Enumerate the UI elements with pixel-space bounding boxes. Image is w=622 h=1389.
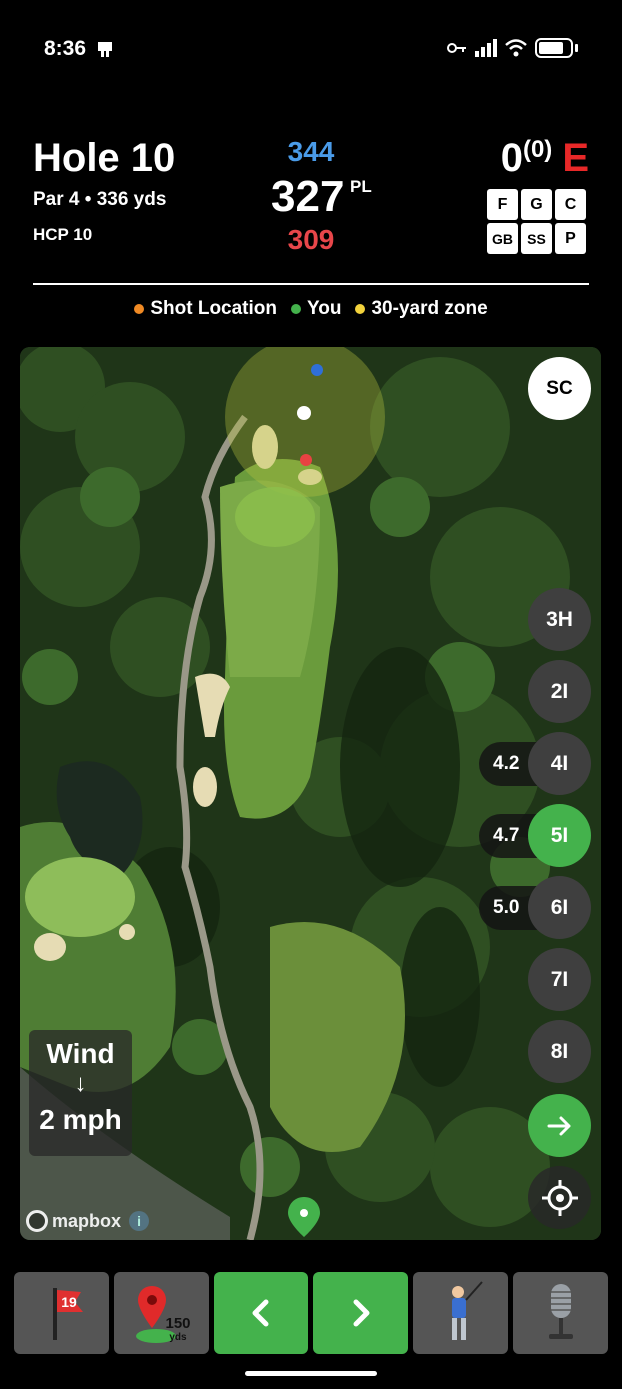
club-3h-button[interactable]: 3H [528,588,591,651]
info-icon[interactable]: i [129,1211,150,1231]
status-bar: 8:36 [0,0,622,100]
player-location-pin-icon[interactable] [286,1195,322,1239]
score-display[interactable]: 0 (0) E [501,136,589,181]
next-hole-button[interactable] [313,1272,409,1354]
stat-fairway-toggle[interactable]: F [487,189,518,220]
cast-icon [98,42,112,57]
arrow-right-icon [547,1116,570,1135]
chevron-right-icon [353,1299,370,1327]
wind-speed: 2 mph [39,1104,122,1135]
legend-you: You [291,298,341,320]
yardage-unit-label: yds [170,1332,188,1343]
bottom-toolbar: 19 150 yds [14,1272,608,1354]
score-relative: E [562,136,589,180]
map-legend: Shot Location You 30-yard zone [0,298,622,320]
score-paren: (0) [522,136,553,163]
legend-dot [291,304,301,314]
wind-indicator: Wind ↓ 2 mph [29,1030,132,1156]
club-5i-button[interactable]: 5I [528,804,591,867]
club-8i-button[interactable]: 8I [528,1020,591,1083]
battery-icon [535,38,573,58]
distance-middle-label: PL [350,177,372,196]
hole-par-yards: Par 4 • 336 yds [33,189,167,210]
club-6i-button[interactable]: 6I [528,876,591,939]
distance-front: 309 [287,224,335,255]
home-indicator[interactable] [245,1371,377,1376]
club-4i-button[interactable]: 4I [528,732,591,795]
recenter-location-button[interactable] [528,1166,591,1229]
score-total: 0 [500,136,523,180]
stat-greenside-bunker-toggle[interactable]: GB [487,223,518,254]
stat-green-toggle[interactable]: G [521,189,552,220]
legend-30-yard-zone: 30-yard zone [355,298,488,320]
golfer-icon [451,1281,483,1340]
yardage-marker-button[interactable]: 150 yds [113,1272,209,1354]
stat-toggles: F G C GB SS P [487,189,586,254]
wifi-icon [505,39,527,57]
flag-icon: 19 [53,1288,84,1340]
course-map[interactable]: Wind ↓ 2 mph [20,347,601,1240]
header-divider [33,283,589,285]
previous-hole-button[interactable] [213,1272,309,1354]
hole-title: Hole 10 [33,136,176,180]
status-icons [447,38,578,58]
map-pin-yardage-icon: 150 yds [136,1286,191,1343]
club-2i-button[interactable]: 2I [528,660,591,723]
crosshair-icon [541,1179,578,1216]
wind-direction-arrow-icon: ↓ [74,1070,87,1097]
golfer-swing-button[interactable] [413,1272,509,1354]
status-time: 8:36 [44,37,87,60]
hole-hcp: HCP 10 [33,225,93,244]
hole-select-button[interactable]: 19 [14,1272,109,1354]
microphone-icon [548,1284,573,1339]
legend-dot [134,304,145,314]
mapbox-logo-icon [26,1210,48,1232]
stat-sand-save-toggle[interactable]: SS [521,223,552,254]
legend-shot-location: Shot Location [134,298,277,320]
stat-chip-toggle[interactable]: C [555,189,586,220]
scorecard-button[interactable]: SC [528,357,591,420]
yardage-marker-label: 150 [166,1315,191,1332]
distance-back: 344 [287,136,335,167]
key-icon [447,43,466,53]
distance-middle: 327 [271,172,345,221]
signal-icon [475,39,497,57]
flag-number: 19 [62,1294,78,1310]
stat-penalty-toggle[interactable]: P [555,223,586,254]
club-7i-button[interactable]: 7I [528,948,591,1011]
wind-title: Wind [46,1038,115,1069]
chevron-left-icon [252,1299,269,1327]
legend-dot [355,304,366,314]
voice-input-button[interactable] [513,1272,608,1354]
next-shot-button[interactable] [528,1094,591,1157]
mapbox-attribution[interactable]: mapbox i [26,1210,150,1232]
